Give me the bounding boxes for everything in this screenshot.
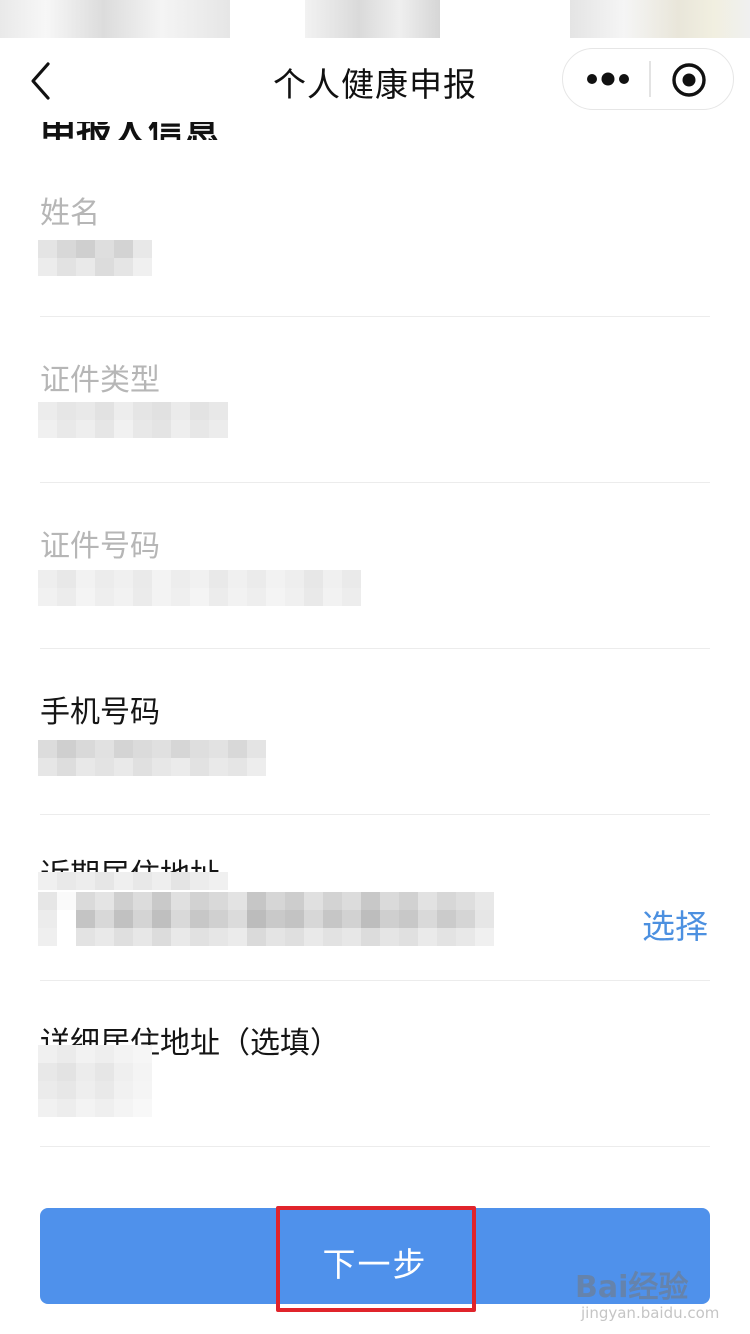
redacted-value	[38, 570, 361, 606]
nav-bar: 个人健康申报	[0, 40, 750, 122]
divider	[40, 316, 710, 317]
miniprogram-close-icon	[672, 63, 706, 97]
divider	[40, 980, 710, 981]
annotation-highlight-box	[276, 1206, 476, 1312]
redacted-value	[38, 402, 228, 438]
watermark-url: jingyan.baidu.com	[581, 1304, 720, 1322]
section-heading: 申报人信息	[40, 122, 220, 140]
status-blur-center	[305, 0, 440, 38]
close-miniprogram-button[interactable]	[671, 62, 707, 98]
divider	[40, 648, 710, 649]
redacted-value	[38, 240, 152, 276]
capsule-divider	[649, 61, 651, 97]
divider	[40, 1146, 710, 1147]
divider	[40, 482, 710, 483]
divider	[40, 814, 710, 815]
field-label: 手机号码	[40, 695, 160, 730]
field-label: 姓名	[40, 196, 100, 231]
status-blur-left	[0, 0, 230, 38]
field-label: 证件类型	[40, 363, 160, 398]
watermark-brand: Bai经验	[575, 1270, 689, 1305]
redacted-value	[38, 1045, 152, 1117]
select-address-button[interactable]: 选择	[642, 900, 708, 948]
redacted-value	[38, 740, 266, 776]
capsule-menu	[562, 48, 734, 110]
status-bar	[0, 0, 750, 40]
section-heading-wrap: 申报人信息	[40, 122, 360, 140]
more-dots-icon	[587, 72, 629, 86]
field-label: 证件号码	[40, 529, 160, 564]
redacted-value	[38, 872, 228, 890]
redacted-value	[38, 892, 494, 946]
status-blur-right	[570, 0, 750, 38]
watermark: Bai经验 jingyan.baidu.com	[575, 1254, 735, 1324]
more-button[interactable]	[585, 67, 631, 91]
